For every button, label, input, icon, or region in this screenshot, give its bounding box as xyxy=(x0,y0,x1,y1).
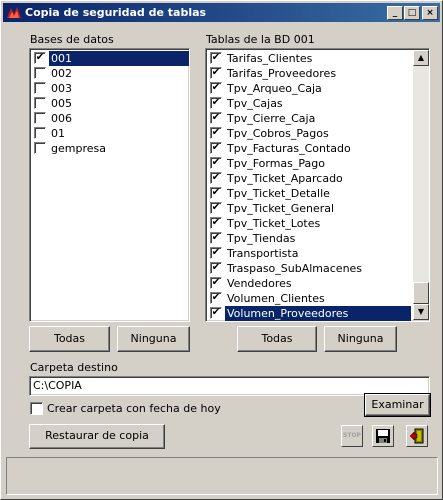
table-item-checkbox[interactable]: ✔ xyxy=(210,82,222,94)
table-item-checkbox[interactable]: ✔ xyxy=(210,247,222,259)
table-item-label: Tpv_Formas_Pago xyxy=(227,157,325,170)
table-item-checkbox[interactable]: ✔ xyxy=(210,52,222,64)
table-item-label: Tpv_Ticket_Aparcado xyxy=(227,172,343,185)
table-item-label: Tpv_Ticket_Lotes xyxy=(227,217,321,230)
table-item-label: Tpv_Cobros_Pagos xyxy=(227,127,329,140)
tables-none-button[interactable]: Ninguna xyxy=(324,326,397,352)
table-item-checkbox[interactable]: ✔ xyxy=(210,202,222,214)
database-item-label: 005 xyxy=(51,97,72,110)
tables-scrollbar[interactable]: ▲ ▼ xyxy=(413,50,429,320)
save-button[interactable] xyxy=(372,425,394,447)
minimize-button[interactable]: _ xyxy=(387,6,403,20)
table-item-checkbox[interactable]: ✔ xyxy=(210,262,222,274)
table-item-checkbox[interactable]: ✔ xyxy=(210,157,222,169)
table-item-label: Tarifas_Proveedores xyxy=(227,67,337,80)
database-item-checkbox[interactable] xyxy=(34,82,46,94)
table-item-checkbox[interactable]: ✔ xyxy=(210,217,222,229)
window-title: Copia de seguridad de tablas xyxy=(25,6,207,19)
databases-none-button[interactable]: Ninguna xyxy=(117,326,190,352)
tables-list[interactable]: ▲ ▼ ✔ Tarifas_Clientes ✔ Tarifas_Proveedore… xyxy=(205,48,430,322)
browse-button[interactable]: Examinar xyxy=(364,393,431,417)
table-item-label: Volumen_Clientes xyxy=(227,292,325,305)
table-item-checkbox[interactable]: ✔ xyxy=(210,292,222,304)
table-item-checkbox[interactable]: ✔ xyxy=(210,67,222,79)
databases-list[interactable]: ✔ 001 002 003 005 006 01 gempresa xyxy=(29,48,190,322)
destination-field[interactable]: C:\COPIA xyxy=(29,376,430,396)
database-item-label: 01 xyxy=(51,127,65,140)
table-item-checkbox[interactable]: ✔ xyxy=(210,307,222,319)
database-item-label: gempresa xyxy=(51,142,106,155)
scroll-thumb[interactable] xyxy=(413,282,429,304)
database-item-checkbox[interactable] xyxy=(34,142,46,154)
scroll-down-button[interactable]: ▼ xyxy=(413,304,429,320)
maximize-button[interactable]: □ xyxy=(404,6,420,20)
stop-button[interactable]: STOP xyxy=(341,425,363,447)
table-item-label: Tpv_Ticket_General xyxy=(227,202,335,215)
table-item-label: Volumen_Proveedores xyxy=(224,305,412,322)
destination-label: Carpeta destino xyxy=(30,361,118,374)
table-item-checkbox[interactable]: ✔ xyxy=(210,277,222,289)
backup-window: Copia de seguridad de tablas _ □ × Bases… xyxy=(0,0,443,500)
stop-icon: STOP xyxy=(343,432,361,439)
table-item-label: Tpv_Ticket_Detalle xyxy=(227,187,330,200)
table-item-label: Tpv_Tiendas xyxy=(227,232,296,245)
database-item-label: 003 xyxy=(51,82,72,95)
floppy-disk-icon xyxy=(376,429,390,443)
table-item-checkbox[interactable]: ✔ xyxy=(210,97,222,109)
table-item-label: Tpv_Arqueo_Caja xyxy=(227,82,322,95)
database-item-label: 002 xyxy=(51,67,72,80)
app-icon xyxy=(7,7,21,18)
database-item-label: 006 xyxy=(51,112,72,125)
database-item-checkbox[interactable] xyxy=(34,67,46,79)
databases-all-button[interactable]: Todas xyxy=(29,326,110,352)
dated-folder-label: Crear carpeta con fecha de hoy xyxy=(47,402,221,415)
table-item-checkbox[interactable]: ✔ xyxy=(210,112,222,124)
scroll-up-button[interactable]: ▲ xyxy=(413,50,429,66)
table-item-label: Tarifas_Clientes xyxy=(227,52,313,65)
database-item-checkbox[interactable]: ✔ xyxy=(34,52,46,64)
table-item-checkbox[interactable]: ✔ xyxy=(210,142,222,154)
table-item-label: Tpv_Cierre_Caja xyxy=(227,112,316,125)
exit-button[interactable] xyxy=(406,425,428,447)
close-button[interactable]: × xyxy=(422,6,438,20)
table-item-label: Tpv_Facturas_Contado xyxy=(227,142,351,155)
exit-door-icon xyxy=(409,428,424,444)
dated-folder-checkbox[interactable] xyxy=(30,402,43,415)
table-item-label: Vendedores xyxy=(227,277,292,290)
database-item-label: 001 xyxy=(48,50,190,67)
table-item-label: Traspaso_SubAlmacenes xyxy=(227,262,363,275)
status-bar xyxy=(6,457,438,495)
database-item-checkbox[interactable] xyxy=(34,112,46,124)
tables-all-button[interactable]: Todas xyxy=(237,326,317,352)
table-item-label: Tpv_Cajas xyxy=(227,97,283,110)
destination-value: C:\COPIA xyxy=(33,379,82,392)
table-item-checkbox[interactable]: ✔ xyxy=(210,187,222,199)
database-item-checkbox[interactable] xyxy=(34,97,46,109)
table-item-checkbox[interactable]: ✔ xyxy=(210,127,222,139)
restore-button[interactable]: Restaurar de copia xyxy=(29,424,165,449)
tables-label: Tablas de la BD 001 xyxy=(206,33,315,46)
table-item-checkbox[interactable]: ✔ xyxy=(210,172,222,184)
databases-label: Bases de datos xyxy=(30,33,114,46)
table-item-label: Transportista xyxy=(227,247,299,260)
table-item-checkbox[interactable]: ✔ xyxy=(210,232,222,244)
database-item-checkbox[interactable] xyxy=(34,127,46,139)
title-bar: Copia de seguridad de tablas _ □ × xyxy=(3,3,440,22)
